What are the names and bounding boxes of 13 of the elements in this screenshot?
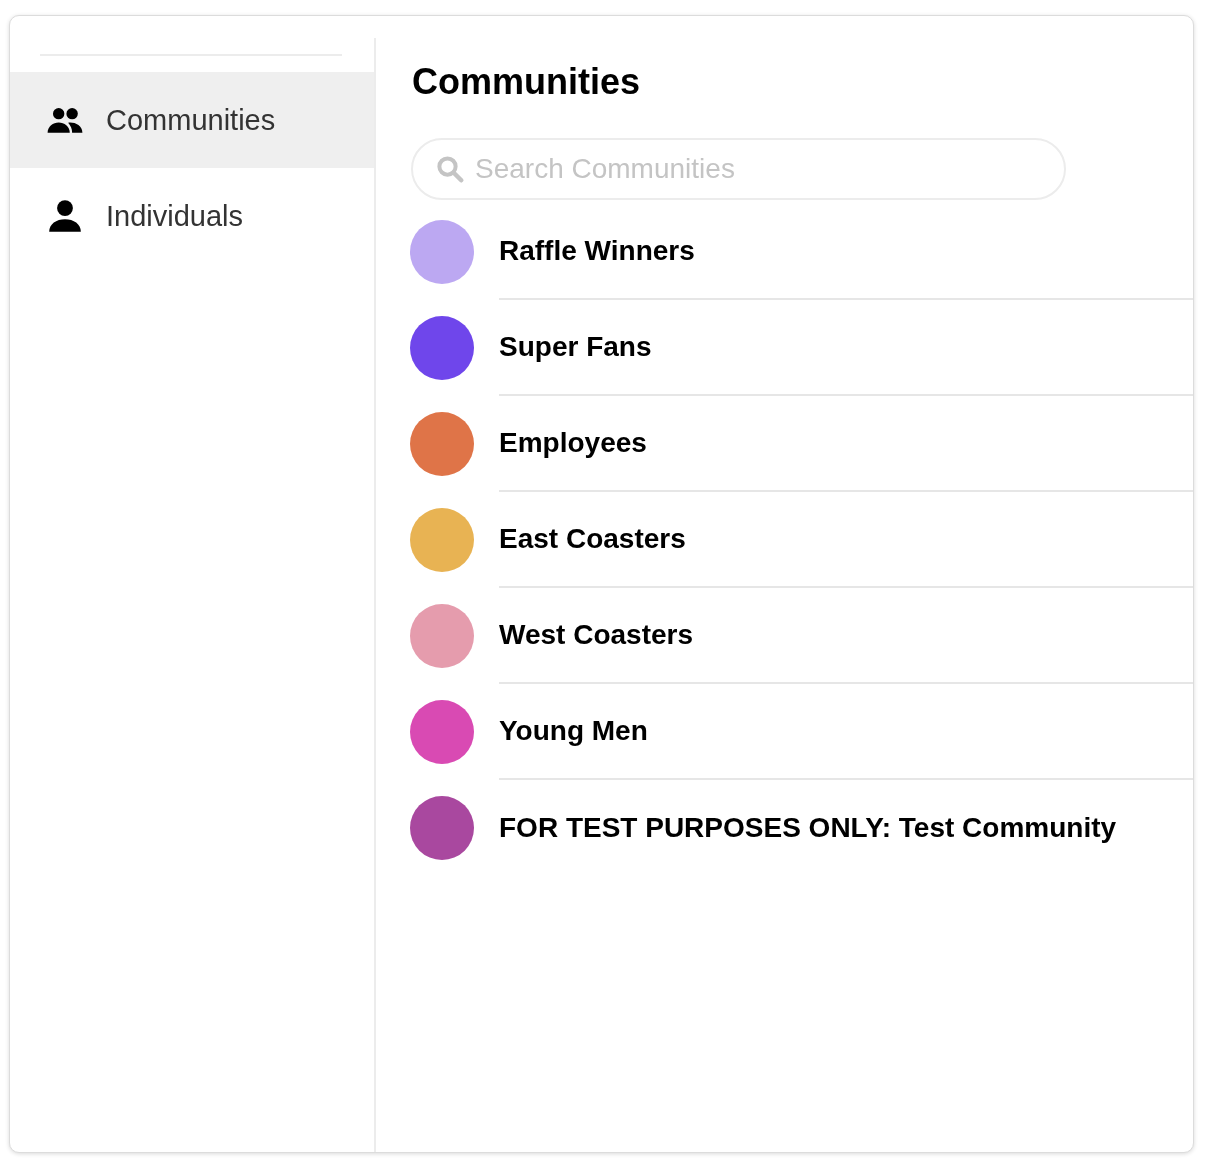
community-name[interactable]: Young Men: [499, 715, 648, 747]
sidebar-item[interactable]: Individuals: [10, 168, 374, 264]
search-icon: [435, 154, 465, 184]
community-name[interactable]: Raffle Winners: [499, 235, 695, 267]
community-name[interactable]: East Coasters: [499, 523, 686, 555]
person-icon: [46, 197, 84, 235]
sidebar-item[interactable]: Communities: [10, 72, 374, 168]
page-title: Communities: [412, 60, 642, 104]
community-name[interactable]: FOR TEST PURPOSES ONLY: Test Community: [499, 812, 1117, 844]
community-name[interactable]: Employees: [499, 427, 647, 459]
community-name[interactable]: West Coasters: [499, 619, 693, 651]
community-name[interactable]: Super Fans: [499, 331, 652, 363]
search-field[interactable]: Search Communities: [411, 138, 1066, 200]
